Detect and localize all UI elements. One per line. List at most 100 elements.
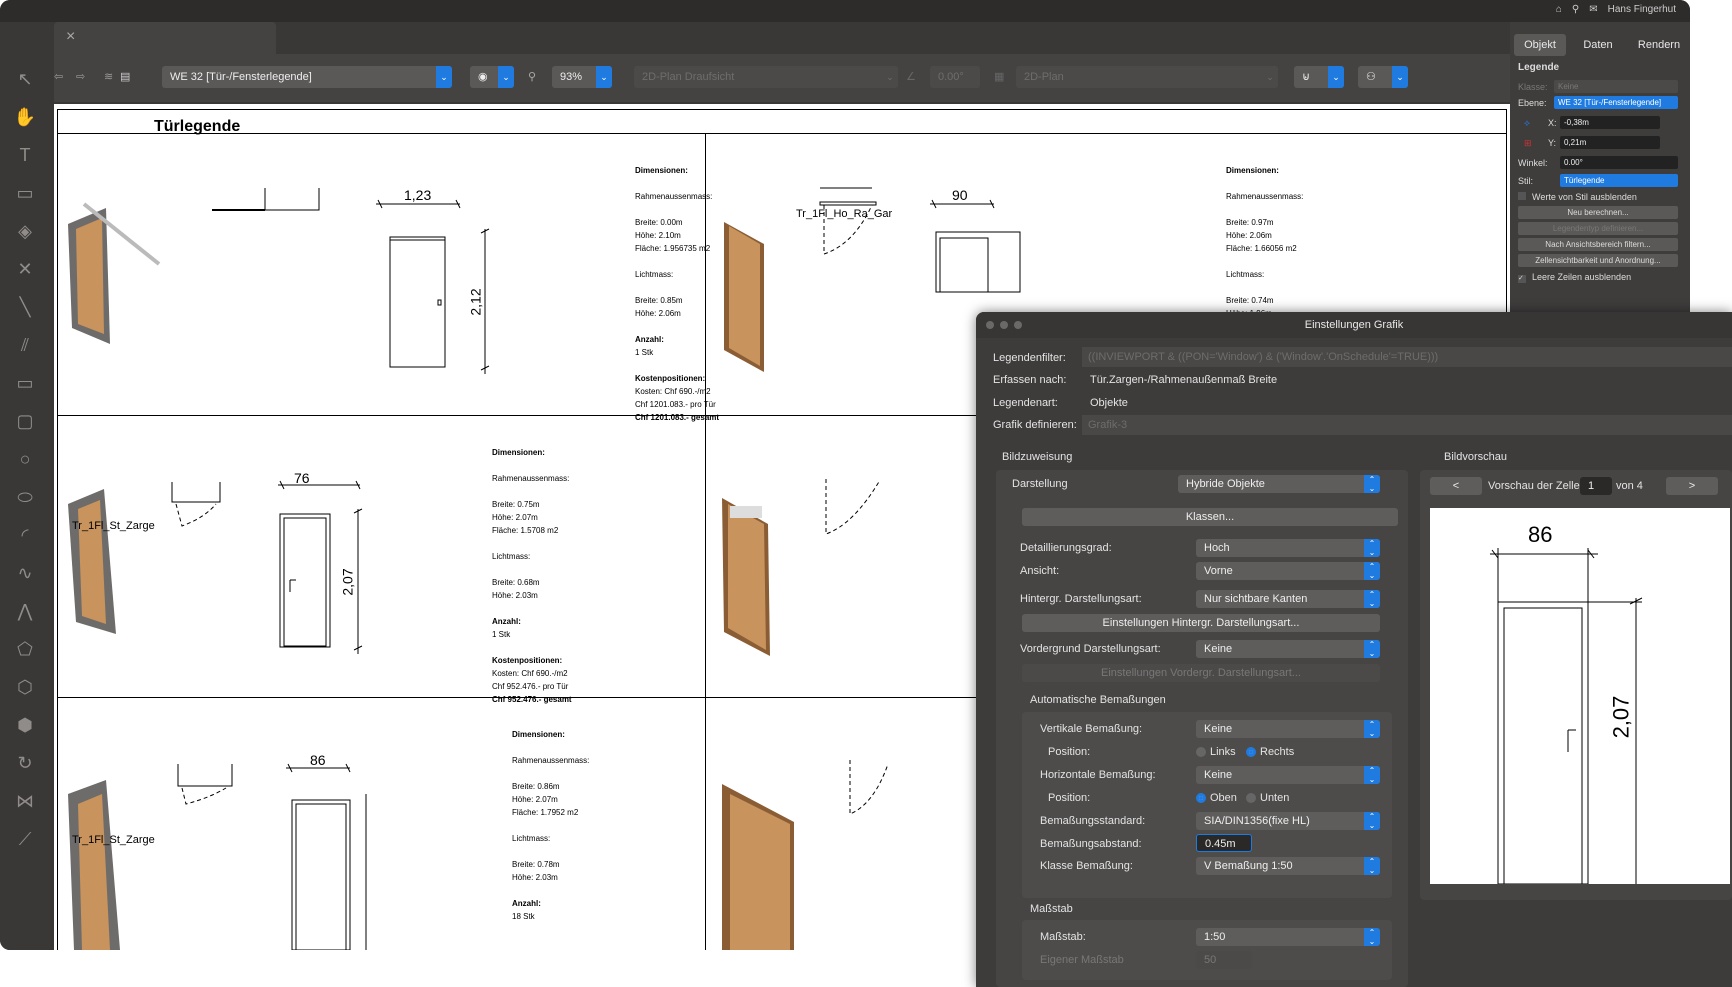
hide-style-checkbox[interactable]: Werte von Stil ausblenden [1518,192,1637,202]
zoom-dot[interactable] [1014,321,1022,329]
polyline-tool-icon[interactable]: ⋀ [12,598,38,624]
filter-field[interactable]: ((INVIEWPORT & ((PON='Window') & ('Windo… [1082,347,1732,367]
close-dot[interactable] [986,321,994,329]
text-tool-icon[interactable]: T [12,142,38,168]
hor-label: Horizontale Bemaßung: [1040,769,1156,781]
hinter-select[interactable]: Nur sichtbare Kanten ⌃ ⌄ [1196,590,1380,608]
door-plan-symbol [177,764,233,805]
hor-select[interactable]: Keine ⌃ ⌄ [1196,766,1380,784]
back-arrow-icon[interactable]: ⇦ [54,66,68,88]
mail-icon[interactable]: ✉ [1589,4,1597,15]
std-select[interactable]: SIA/DIN1356(fixe HL) ⌃ ⌄ [1196,812,1380,830]
layers-icon[interactable]: ≋ [104,66,116,88]
double-line-tool-icon[interactable]: ⫽ [12,332,38,358]
search-icon[interactable]: ⚲ [1572,4,1579,15]
klassen-button[interactable]: Klassen... [1022,508,1398,526]
filter-button[interactable]: Nach Ansichtsbereich filtern... [1518,238,1678,251]
forward-arrow-icon[interactable]: ⇨ [76,66,90,88]
arc-tool-icon[interactable]: ◜ [12,522,38,548]
minimize-dot[interactable] [1000,321,1008,329]
visibility-button[interactable]: Zellensichtbarkeit und Anordnung... [1518,254,1678,267]
sheet-icon[interactable]: ▤ [120,66,134,88]
oval-tool-icon[interactable]: ⬭ [12,484,38,510]
pan-tool-icon[interactable]: ✋ [12,104,38,130]
rotate-icon[interactable]: ∠ [906,66,924,88]
x-field[interactable]: -0,38m [1560,116,1660,129]
vorder-label: Vordergrund Darstellungsart: [1020,643,1161,655]
render-icon[interactable]: ▦ [994,66,1008,88]
position-icon: ⟡ [1524,118,1530,128]
hinter-settings-button[interactable]: Einstellungen Hintergr. Darstellungsart.… [1022,614,1380,632]
user-name[interactable]: Hans Fingerhut [1608,4,1676,15]
freehand-tool-icon[interactable]: ∿ [12,560,38,586]
klasse-bem-select[interactable]: V Bemaßung 1:50 ⌃ ⌄ [1196,857,1380,875]
art-value: Objekte [1090,397,1128,409]
preview-door-drawing [1490,548,1643,885]
klasse-select[interactable]: Keine [1554,80,1678,93]
radio-oben[interactable]: Oben [1196,792,1237,804]
layer-select[interactable]: WE 32 [Tür-/Fensterlegende] ⌄ [162,66,452,88]
vert-select[interactable]: Keine ⌃ ⌄ [1196,720,1380,738]
massstab-select[interactable]: 1:50 ⌃ ⌄ [1196,928,1380,946]
rounded-rectangle-tool-icon[interactable]: ▢ [12,408,38,434]
vorder-settings-button[interactable]: Einstellungen Vordergr. Darstellungsart.… [1022,664,1380,682]
home-icon[interactable]: ⌂ [1556,4,1562,15]
ebene-select[interactable]: WE 32 [Tür-/Fensterlegende] [1554,96,1678,109]
radio-links[interactable]: Links [1196,746,1236,758]
close-icon[interactable]: × [66,28,75,46]
plan-select[interactable]: 2D-Plan ⌄ [1016,66,1278,88]
stamp-tool-icon[interactable]: ◈ [12,218,38,244]
tab-rendern[interactable]: Rendern [1630,34,1688,56]
zoom-select[interactable]: 93% ⌄ [552,66,612,88]
tab-daten[interactable]: Daten [1570,34,1626,56]
vorder-select[interactable]: Keine ⌃ ⌄ [1196,640,1380,658]
circle-tool-icon[interactable]: ○ [12,446,38,472]
snapping-select[interactable]: ⊌ ⌄ [1294,66,1344,88]
preview-of-label: von 4 [1616,480,1643,492]
double-polygon-tool-icon[interactable]: ⬡ [12,674,38,700]
line-tool-icon[interactable]: ╲ [12,294,38,320]
door-plan-symbol [171,482,221,527]
eigener-field[interactable]: 50 [1196,951,1252,969]
erfassen-label: Erfassen nach: [993,374,1067,386]
cross-tool-icon[interactable]: ✕ [12,256,38,282]
winkel-field[interactable]: 0.00° [1560,156,1678,169]
regular-polygon-tool-icon[interactable]: ⬢ [12,712,38,738]
visibility-select[interactable]: ◉ ⌄ [470,66,514,88]
polygon-tool-icon[interactable]: ⬠ [12,636,38,662]
view-select[interactable]: 2D-Plan Draufsicht ⌄ [634,66,898,88]
recalc-button[interactable]: Neu berechnen... [1518,206,1678,219]
darstellung-select[interactable]: Hybride Objekte ⌃ ⌄ [1178,475,1380,493]
ansicht-select[interactable]: Vorne ⌃ ⌄ [1196,562,1380,580]
cell-label: Tr_1Fl_St_Zarge [72,834,155,846]
rectangle-tool-icon[interactable]: ▭ [12,370,38,396]
mirror-tool-icon[interactable]: ⋈ [12,788,38,814]
grafik-field[interactable]: Grafik-3 [1082,415,1732,435]
tab-objekt[interactable]: Objekt [1514,34,1566,56]
tool-palette: ↖ ✋ T ▭ ◈ ✕ ╲ ⫽ ▭ ▢ ○ ⬭ ◜ ∿ ⋀ ⬠ ⬡ ⬢ ↻ ⋈ … [0,54,48,950]
callout-tool-icon[interactable]: ▭ [12,180,38,206]
document-tab[interactable]: × [54,22,276,54]
radio-rechts[interactable]: Rechts [1246,746,1294,758]
preview-prev-button[interactable]: < [1430,477,1482,495]
zoom-icon[interactable]: ⚲ [528,66,542,88]
selection-tool-icon[interactable]: ↖ [12,66,38,92]
hide-empty-checkbox[interactable]: ✓ Leere Zeilen ausblenden [1518,272,1631,283]
spiral-tool-icon[interactable]: ↻ [12,750,38,776]
darstellung-label: Darstellung [1012,478,1068,490]
preview-next-button[interactable]: > [1666,477,1718,495]
radio-unten[interactable]: Unten [1246,792,1289,804]
klasse-bem-label: Klasse Bemaßung: [1040,860,1133,872]
celltype-button[interactable]: Legendentyp definieren... [1518,222,1678,235]
document-tabbar: × [0,22,1510,54]
preview-cell-field[interactable]: 1 [1580,477,1612,495]
stil-select[interactable]: Türlegende [1560,174,1678,187]
angle-field[interactable]: 0.00° [930,66,980,88]
abstand-field[interactable]: 0.45m [1196,834,1252,852]
bildzuweisung-heading: Bildzuweisung [1002,451,1073,463]
dimension-tool-icon[interactable]: ⟋ [12,826,38,852]
detail-select[interactable]: Hoch ⌃ ⌄ [1196,539,1380,557]
y-label: Y: [1548,138,1557,148]
camera-select[interactable]: ⚇ ⌄ [1358,66,1408,88]
y-field[interactable]: 0,21m [1560,136,1660,149]
